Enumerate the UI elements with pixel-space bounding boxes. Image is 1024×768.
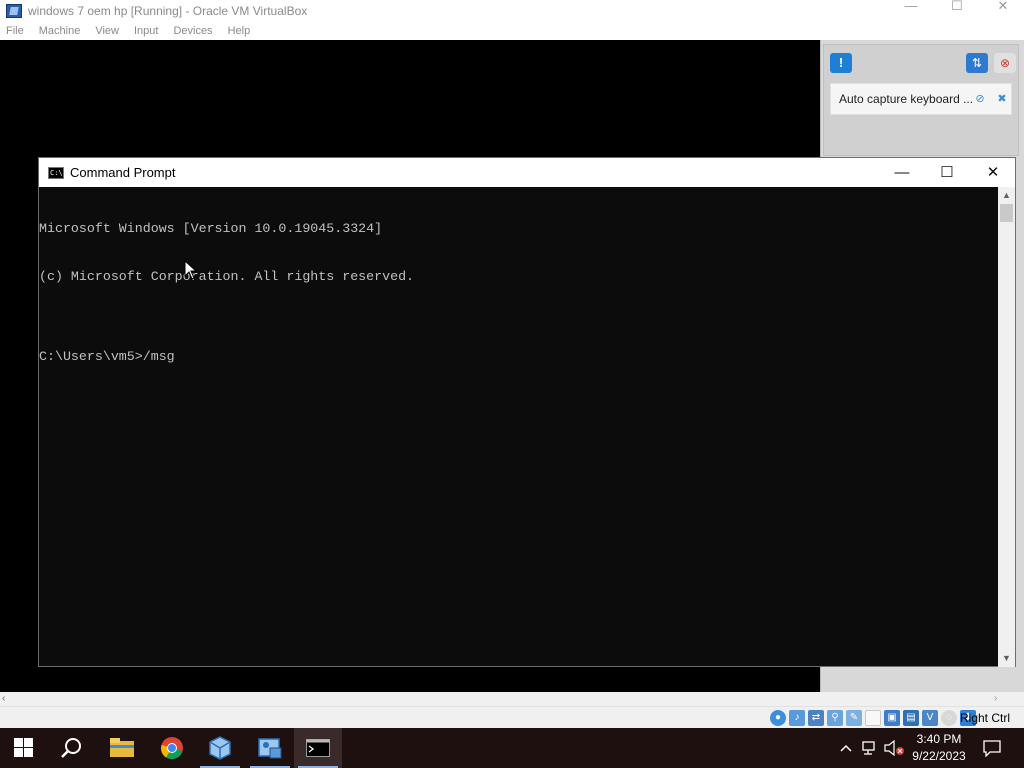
menu-help[interactable]: Help (228, 25, 251, 37)
status-icons: ● ♪ ⇄ ⚲ ✎ ▣ ▤ V ◌ ⬇ (770, 710, 979, 726)
virtualbox-icon (209, 736, 231, 760)
vm-settings-taskbar-button[interactable] (246, 728, 294, 768)
command-prompt-taskbar-button[interactable] (294, 728, 342, 768)
vm-settings-icon (258, 738, 282, 759)
sort-notifications-icon[interactable]: ⇅ (966, 53, 988, 73)
command-prompt-icon (306, 739, 330, 757)
toggle-notification-icon[interactable]: ⊘ (973, 92, 987, 106)
audio-icon[interactable]: ♪ (789, 710, 805, 726)
file-explorer-button[interactable] (98, 728, 146, 768)
scroll-right-arrow-icon[interactable]: › (994, 692, 1004, 706)
shared-folders-icon[interactable]: ✎ (846, 710, 862, 726)
network-status-icon[interactable] (862, 740, 880, 756)
cmd-vertical-scrollbar[interactable]: ▲ ▼ (998, 187, 1015, 667)
vbox-minimize-button[interactable]: — (888, 0, 934, 14)
scroll-up-arrow-icon[interactable]: ▲ (998, 187, 1015, 204)
display-icon[interactable] (865, 710, 881, 726)
mouse-integration-icon[interactable]: ◌ (941, 710, 957, 726)
host-key-label: Right Ctrl (960, 711, 1011, 725)
console-output[interactable]: Microsoft Windows [Version 10.0.19045.33… (39, 187, 1000, 667)
vbox-statusbar: ● ♪ ⇄ ⚲ ✎ ▣ ▤ V ◌ ⬇ Right Ctrl (0, 706, 1024, 728)
console-prompt-line: C:\Users\vm5>/msg (39, 349, 175, 364)
chrome-icon (160, 737, 183, 760)
clock[interactable]: 3:40 PM 9/22/2023 (906, 731, 972, 765)
usb-icon[interactable]: ⚲ (827, 710, 843, 726)
cmd-close-button[interactable]: ✕ (970, 158, 1016, 187)
search-icon (61, 738, 81, 758)
start-button[interactable] (0, 728, 48, 768)
video-capture-icon[interactable]: ▣ (884, 710, 900, 726)
vbox-titlebar: windows 7 oem hp [Running] - Oracle VM V… (0, 0, 1024, 22)
action-center-icon[interactable] (982, 739, 1002, 758)
cmd-minimize-button[interactable]: — (879, 158, 925, 187)
windows-logo-icon (14, 738, 33, 757)
menu-file[interactable]: File (6, 25, 24, 37)
cmd-titlebar[interactable]: C:\ Command Prompt — ☐ ✕ (39, 158, 1015, 187)
vbox-horizontal-scrollbar[interactable]: ‹ › (0, 692, 1024, 706)
notification-center: ! ⇅ ⊗ Auto capture keyboard ... ⊘ ✖ (823, 44, 1019, 156)
vbox-window-title: windows 7 oem hp [Running] - Oracle VM V… (28, 4, 308, 18)
mouse-pointer-icon (184, 260, 198, 280)
virtualbox-taskbar-button[interactable] (196, 728, 244, 768)
show-hidden-icons-icon[interactable] (838, 740, 854, 756)
console-line: Microsoft Windows [Version 10.0.19045.33… (39, 221, 383, 236)
dismiss-all-icon[interactable]: ⊗ (994, 53, 1016, 73)
vbox-menubar: File Machine View Input Devices Help (0, 22, 1024, 40)
close-notification-icon[interactable]: ✖ (995, 92, 1009, 106)
cmd-window-icon: C:\ (48, 166, 64, 179)
chrome-button[interactable] (148, 728, 196, 768)
file-explorer-icon (110, 738, 134, 757)
vbox-close-button[interactable]: ✕ (980, 0, 1024, 14)
search-button[interactable] (48, 728, 96, 768)
optical-drive-icon[interactable]: ● (770, 710, 786, 726)
scroll-down-arrow-icon[interactable]: ▼ (998, 650, 1015, 667)
command-prompt-window[interactable]: C:\ Command Prompt — ☐ ✕ Microsoft Windo… (38, 157, 1016, 667)
volume-muted-icon[interactable] (884, 739, 906, 757)
taskbar: 3:40 PM 9/22/2023 (0, 728, 1024, 768)
scrollbar-thumb[interactable] (1000, 204, 1013, 222)
vbox-maximize-button[interactable]: ☐ (934, 0, 980, 14)
network-icon[interactable]: ⇄ (808, 710, 824, 726)
virtualization-icon[interactable]: V (922, 710, 938, 726)
clock-date: 9/22/2023 (912, 749, 966, 763)
menu-devices[interactable]: Devices (173, 25, 212, 37)
cmd-window-title: Command Prompt (70, 165, 176, 180)
virtualbox-app-icon (6, 4, 22, 18)
menu-input[interactable]: Input (134, 25, 158, 37)
notification-item[interactable]: Auto capture keyboard ... ⊘ ✖ (830, 83, 1012, 115)
cmd-maximize-button[interactable]: ☐ (924, 158, 970, 187)
notification-center-icon[interactable]: ! (830, 53, 852, 73)
menu-machine[interactable]: Machine (39, 25, 81, 37)
guest-additions-icon[interactable]: ▤ (903, 710, 919, 726)
notification-text: Auto capture keyboard ... (839, 92, 974, 106)
menu-view[interactable]: View (95, 25, 119, 37)
scroll-left-arrow-icon[interactable]: ‹ (2, 692, 12, 706)
clock-time: 3:40 PM (916, 732, 962, 746)
